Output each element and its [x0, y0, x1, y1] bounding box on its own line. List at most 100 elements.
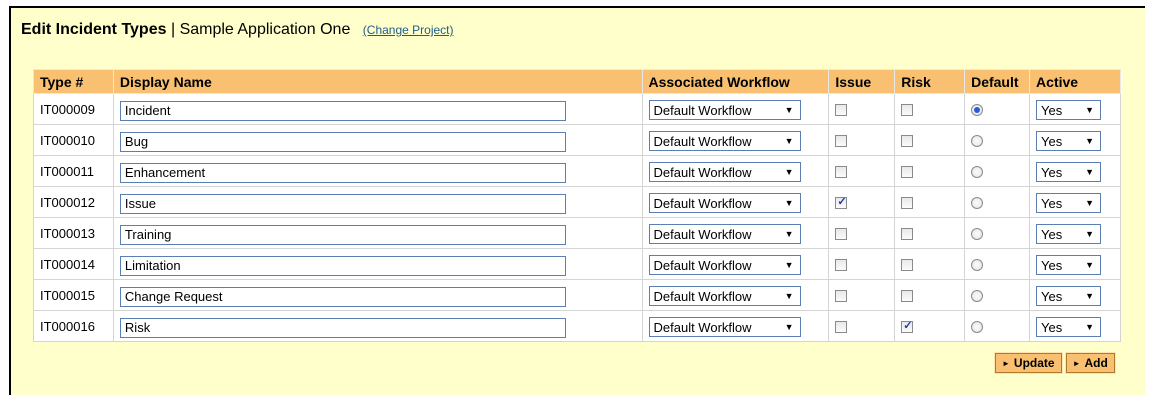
default-radio[interactable]: [971, 135, 984, 148]
col-risk: Risk: [894, 69, 966, 94]
workflow-select[interactable]: Default Workflow ▼: [648, 162, 801, 182]
default-cell: [964, 217, 1031, 249]
workflow-select[interactable]: Default Workflow ▼: [648, 317, 801, 337]
display-name-input[interactable]: [119, 131, 566, 152]
chevron-down-icon: ▼: [1085, 322, 1095, 332]
active-cell: Yes ▼: [1029, 279, 1121, 311]
workflow-select[interactable]: Default Workflow ▼: [648, 224, 801, 244]
change-project-link[interactable]: (Change Project): [363, 23, 454, 37]
table-row: IT000011 Default Workflow ▼ Yes ▼: [33, 155, 1121, 187]
chevron-down-icon: ▼: [1085, 136, 1095, 146]
issue-checkbox[interactable]: [835, 135, 848, 148]
table-row: IT000010 Default Workflow ▼ Yes ▼: [33, 124, 1121, 156]
chevron-down-icon: ▼: [784, 322, 794, 332]
issue-checkbox[interactable]: [835, 228, 848, 241]
risk-cell: [894, 248, 966, 280]
default-cell: [964, 186, 1031, 218]
active-select[interactable]: Yes ▼: [1036, 255, 1102, 275]
default-radio[interactable]: [971, 166, 984, 179]
issue-cell: [828, 124, 896, 156]
default-radio[interactable]: [971, 259, 984, 272]
active-select[interactable]: Yes ▼: [1036, 100, 1102, 120]
add-button[interactable]: ► Add: [1064, 352, 1116, 374]
risk-checkbox[interactable]: [901, 228, 914, 241]
update-button-label: Update: [1013, 356, 1055, 370]
display-name-input[interactable]: [119, 224, 566, 245]
default-cell: [964, 248, 1031, 280]
workflow-select-value: Default Workflow: [653, 102, 752, 118]
risk-checkbox[interactable]: [901, 197, 914, 210]
default-radio[interactable]: [971, 197, 984, 210]
table-row: IT000016 Default Workflow ▼ Yes ▼: [33, 310, 1121, 342]
default-radio[interactable]: [971, 228, 984, 241]
workflow-select-value: Default Workflow: [653, 164, 752, 180]
col-issue: Issue: [828, 69, 896, 94]
chevron-down-icon: ▼: [784, 167, 794, 177]
workflow-select[interactable]: Default Workflow ▼: [648, 193, 801, 213]
active-select-value: Yes: [1041, 319, 1063, 335]
active-select[interactable]: Yes ▼: [1036, 317, 1102, 337]
issue-cell: [828, 186, 896, 218]
active-select-value: Yes: [1041, 195, 1063, 211]
workflow-select-value: Default Workflow: [653, 133, 752, 149]
issue-checkbox[interactable]: [835, 259, 848, 272]
risk-checkbox[interactable]: [901, 135, 914, 148]
display-name-input[interactable]: [119, 255, 566, 276]
incident-types-table: Type # Display Name Associated Workflow …: [33, 69, 1121, 342]
display-name-cell: [112, 310, 643, 342]
display-name-input[interactable]: [119, 193, 566, 214]
active-select[interactable]: Yes ▼: [1036, 131, 1102, 151]
table-header-row: Type # Display Name Associated Workflow …: [33, 69, 1121, 94]
active-select[interactable]: Yes ▼: [1036, 162, 1102, 182]
col-display-name: Display Name: [112, 69, 643, 94]
workflow-cell: Default Workflow ▼: [641, 124, 830, 156]
issue-cell: [828, 248, 896, 280]
default-radio[interactable]: [971, 290, 984, 303]
issue-checkbox[interactable]: [835, 290, 848, 303]
chevron-down-icon: ▼: [784, 291, 794, 301]
add-button-label: Add: [1084, 356, 1108, 370]
active-cell: Yes ▼: [1029, 186, 1121, 218]
active-select-value: Yes: [1041, 288, 1063, 304]
display-name-input[interactable]: [119, 286, 566, 307]
display-name-input[interactable]: [119, 317, 566, 338]
active-cell: Yes ▼: [1029, 155, 1121, 187]
table-row: IT000015 Default Workflow ▼ Yes ▼: [33, 279, 1121, 311]
display-name-cell: [112, 217, 643, 249]
chevron-down-icon: ▼: [1085, 167, 1095, 177]
chevron-down-icon: ▼: [1085, 198, 1095, 208]
default-radio[interactable]: [971, 104, 984, 117]
workflow-select[interactable]: Default Workflow ▼: [648, 100, 801, 120]
risk-checkbox[interactable]: [901, 319, 914, 334]
issue-checkbox[interactable]: [835, 321, 848, 334]
risk-checkbox[interactable]: [901, 290, 914, 303]
active-select-value: Yes: [1041, 102, 1063, 118]
workflow-select-value: Default Workflow: [653, 319, 752, 335]
risk-checkbox[interactable]: [901, 104, 914, 117]
workflow-select[interactable]: Default Workflow ▼: [648, 131, 801, 151]
chevron-down-icon: ▼: [784, 198, 794, 208]
risk-cell: [894, 93, 966, 125]
issue-checkbox[interactable]: [835, 104, 848, 117]
triangle-right-icon: ►: [1002, 358, 1010, 368]
workflow-select-value: Default Workflow: [653, 257, 752, 273]
active-select[interactable]: Yes ▼: [1036, 224, 1102, 244]
display-name-input[interactable]: [119, 100, 566, 121]
workflow-select[interactable]: Default Workflow ▼: [648, 255, 801, 275]
issue-checkbox[interactable]: [835, 166, 848, 179]
display-name-cell: [112, 124, 643, 156]
workflow-select[interactable]: Default Workflow ▼: [648, 286, 801, 306]
workflow-cell: Default Workflow ▼: [641, 279, 830, 311]
active-select[interactable]: Yes ▼: [1036, 193, 1102, 213]
active-cell: Yes ▼: [1029, 124, 1121, 156]
active-select-value: Yes: [1041, 133, 1063, 149]
chevron-down-icon: ▼: [784, 105, 794, 115]
display-name-input[interactable]: [119, 162, 566, 183]
type-number-cell: IT000015: [33, 279, 114, 311]
risk-checkbox[interactable]: [901, 259, 914, 272]
default-radio[interactable]: [971, 321, 984, 334]
risk-checkbox[interactable]: [901, 166, 914, 179]
issue-checkbox[interactable]: [835, 195, 848, 210]
update-button[interactable]: ► Update: [994, 352, 1063, 374]
active-select[interactable]: Yes ▼: [1036, 286, 1102, 306]
